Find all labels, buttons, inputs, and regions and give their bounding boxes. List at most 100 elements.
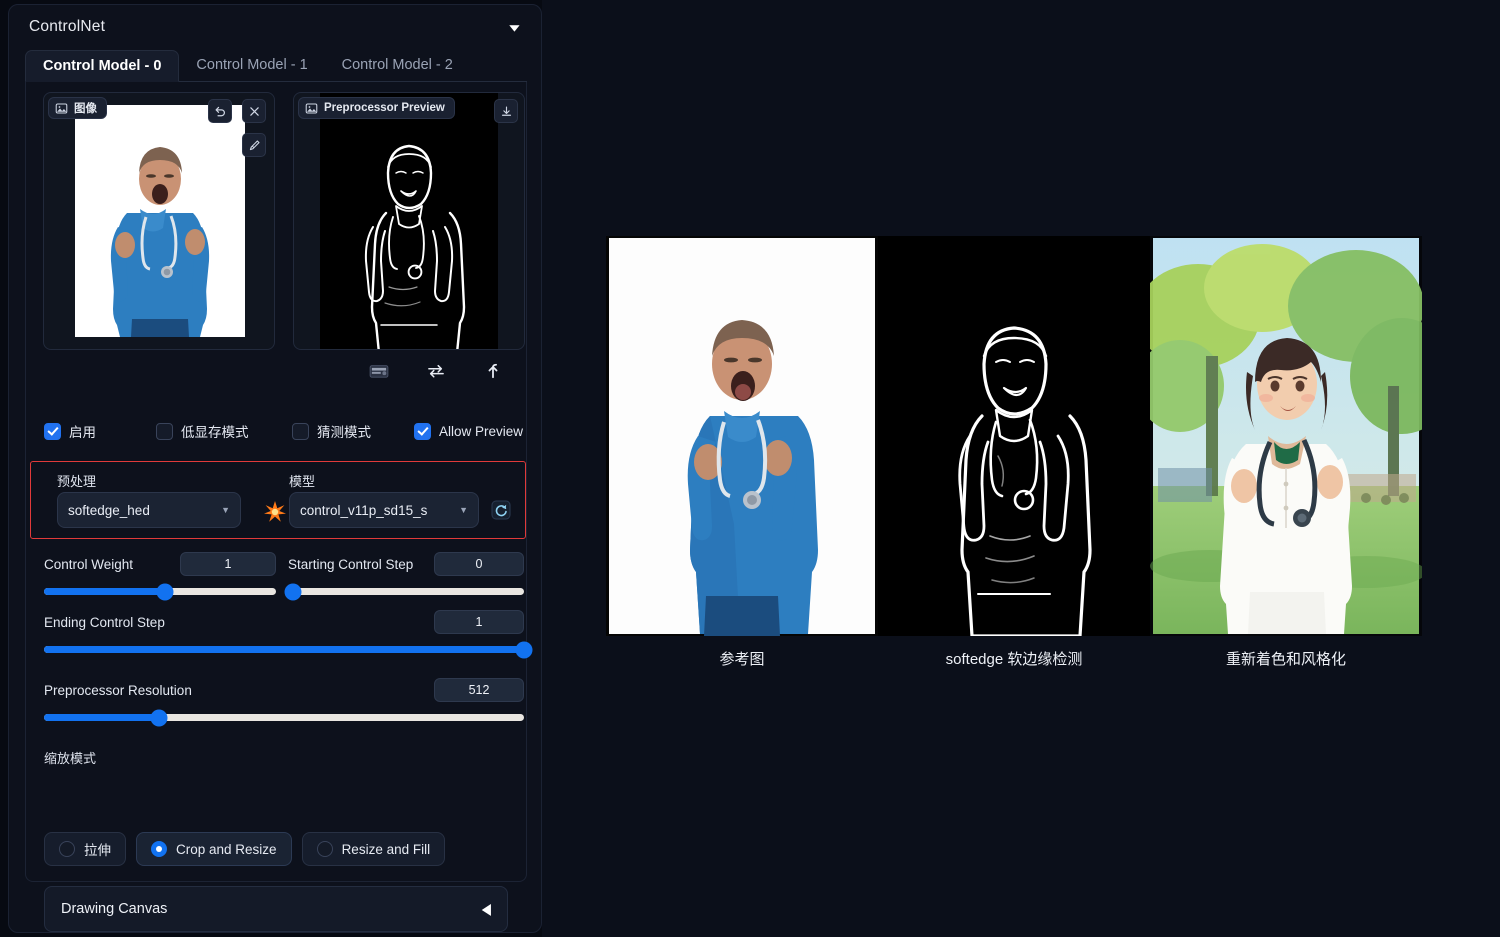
control-weight-knob[interactable] — [156, 583, 173, 600]
starting-control-step-value[interactable]: 0 — [434, 552, 524, 576]
preprocessor-model-highlight: 预处理 softedge_hed ▼ 模型 control_v11p_sd15_… — [30, 461, 526, 539]
checkbox-lowvram[interactable]: 低显存模式 — [156, 421, 292, 441]
gallery-item-reference[interactable] — [606, 236, 878, 636]
edge-map-image — [878, 236, 1150, 636]
controlnet-panel: ControlNet ▼ Control Model - 0 Control M… — [8, 4, 542, 933]
model-label: 模型 — [289, 471, 315, 490]
control-weight-label: Control Weight — [44, 557, 133, 572]
slider-control-weight: Control Weight 1 — [44, 552, 276, 595]
radio-stretch[interactable]: 拉伸 — [44, 832, 126, 866]
tab-control-model-0[interactable]: Control Model - 0 — [25, 50, 179, 82]
resize-mode-group: 拉伸 Crop and Resize Resize and Fill — [44, 832, 445, 866]
image-actions-toolbar — [366, 355, 506, 387]
triangle-left-icon[interactable]: ◀ — [482, 900, 491, 918]
checkbox-enable-label: 启用 — [69, 421, 96, 441]
chevron-down-icon: ▼ — [221, 505, 230, 515]
slider-ending-control-step: Ending Control Step 1 — [44, 610, 524, 653]
slider-preprocessor-resolution: Preprocessor Resolution 512 — [44, 678, 524, 721]
checkbox-lowvram-box[interactable] — [156, 423, 173, 440]
input-image-thumbnail — [75, 105, 245, 337]
preprocessor-resolution-track[interactable] — [44, 714, 524, 721]
preprocessor-preview-card[interactable]: Preprocessor Preview — [293, 92, 525, 350]
radio-stretch-dot[interactable] — [59, 841, 75, 857]
swap-arrows-icon[interactable] — [423, 359, 449, 383]
control-weight-track[interactable] — [44, 588, 276, 595]
slider-starting-control-step: Starting Control Step 0 — [288, 552, 524, 595]
gallery-item-stylized[interactable] — [1150, 236, 1422, 636]
checkbox-enable-box[interactable] — [44, 423, 61, 440]
tab-content: 图像 — [25, 82, 527, 882]
preprocessor-select-value: softedge_hed — [68, 503, 150, 518]
preprocessor-resolution-label: Preprocessor Resolution — [44, 683, 192, 698]
preprocessor-preview-badge-label: Preprocessor Preview — [324, 102, 445, 114]
model-select[interactable]: control_v11p_sd15_s ▼ — [289, 492, 479, 528]
model-select-value: control_v11p_sd15_s — [300, 503, 427, 518]
radio-resize-and-fill[interactable]: Resize and Fill — [302, 832, 446, 866]
ending-control-step-label: Ending Control Step — [44, 615, 165, 630]
preprocessor-select[interactable]: softedge_hed ▼ — [57, 492, 241, 528]
radio-crop-and-resize-dot[interactable] — [151, 841, 167, 857]
tab-control-model-1[interactable]: Control Model - 1 — [179, 49, 324, 81]
tab-bar: Control Model - 0 Control Model - 1 Cont… — [25, 49, 527, 82]
result-gallery: 参考图 softedge 软边缘检测 重新着色和风格化 — [606, 236, 1422, 636]
options-checkbox-row: 启用 低显存模式 猜测模式 Allow Preview — [44, 419, 524, 443]
gallery-caption-reference: 参考图 — [606, 648, 878, 669]
checkbox-guessmode-label: 猜测模式 — [317, 421, 371, 441]
resize-mode-label: 缩放模式 — [44, 748, 96, 767]
stylized-image — [1150, 236, 1422, 636]
checkbox-guessmode[interactable]: 猜测模式 — [292, 421, 414, 441]
input-photo — [75, 105, 245, 337]
download-icon[interactable] — [494, 99, 518, 123]
radio-resize-and-fill-dot[interactable] — [317, 841, 333, 857]
edit-brush-icon[interactable] — [242, 133, 266, 157]
tab-control-model-2[interactable]: Control Model - 2 — [325, 49, 470, 81]
gallery-item-edgemap[interactable] — [878, 236, 1150, 636]
preview-edge-map — [320, 93, 498, 350]
preprocessor-resolution-value[interactable]: 512 — [434, 678, 524, 702]
starting-control-step-label: Starting Control Step — [288, 557, 413, 572]
starting-control-step-knob[interactable] — [284, 583, 301, 600]
checkbox-allow-preview-box[interactable] — [414, 423, 431, 440]
checkbox-guessmode-box[interactable] — [292, 423, 309, 440]
input-image-badge: 图像 — [48, 97, 107, 119]
chevron-down-icon: ▼ — [459, 505, 468, 515]
radio-resize-and-fill-label: Resize and Fill — [342, 842, 431, 857]
input-image-card[interactable]: 图像 — [43, 92, 275, 350]
app-root: 参考图 softedge 软边缘检测 重新着色和风格化 ControlNet ▼… — [0, 0, 1500, 937]
checkbox-allow-preview[interactable]: Allow Preview — [414, 423, 523, 440]
refresh-icon[interactable] — [488, 497, 513, 522]
gallery-caption-stylized: 重新着色和风格化 — [1150, 648, 1422, 669]
camera-icon[interactable] — [366, 359, 392, 383]
panel-header: ControlNet ▼ — [9, 5, 541, 49]
control-weight-value[interactable]: 1 — [180, 552, 276, 576]
spark-burst-icon[interactable] — [264, 501, 286, 523]
checkbox-lowvram-label: 低显存模式 — [181, 421, 249, 441]
image-row: 图像 — [43, 92, 513, 350]
preprocessor-label: 预处理 — [57, 471, 96, 490]
close-icon[interactable] — [242, 99, 266, 123]
triangle-down-icon[interactable]: ▼ — [506, 21, 523, 32]
preprocessor-preview-badge: Preprocessor Preview — [298, 97, 455, 119]
image-icon — [55, 102, 68, 115]
preprocessor-preview-thumbnail — [320, 93, 498, 350]
drawing-canvas-title: Drawing Canvas — [61, 901, 167, 917]
page-title: ControlNet — [29, 18, 105, 36]
checkbox-allow-preview-label: Allow Preview — [439, 424, 523, 439]
ending-control-step-knob[interactable] — [516, 641, 533, 658]
checkbox-enable[interactable]: 启用 — [44, 421, 156, 441]
ending-control-step-track[interactable] — [44, 646, 524, 653]
input-image-badge-label: 图像 — [74, 100, 97, 116]
reference-photo — [606, 236, 878, 636]
drawing-canvas-accordion[interactable]: Drawing Canvas ◀ — [44, 886, 508, 932]
radio-crop-and-resize[interactable]: Crop and Resize — [136, 832, 292, 866]
ending-control-step-value[interactable]: 1 — [434, 610, 524, 634]
starting-control-step-track[interactable] — [288, 588, 524, 595]
radio-crop-and-resize-label: Crop and Resize — [176, 842, 277, 857]
gallery-area: 参考图 softedge 软边缘检测 重新着色和风格化 — [542, 0, 1500, 937]
image-icon — [305, 102, 318, 115]
radio-stretch-label: 拉伸 — [84, 839, 111, 859]
undo-icon[interactable] — [208, 99, 232, 123]
upload-arrow-icon[interactable] — [480, 359, 506, 383]
gallery-caption-edgemap: softedge 软边缘检测 — [878, 648, 1150, 669]
preprocessor-resolution-knob[interactable] — [151, 709, 168, 726]
